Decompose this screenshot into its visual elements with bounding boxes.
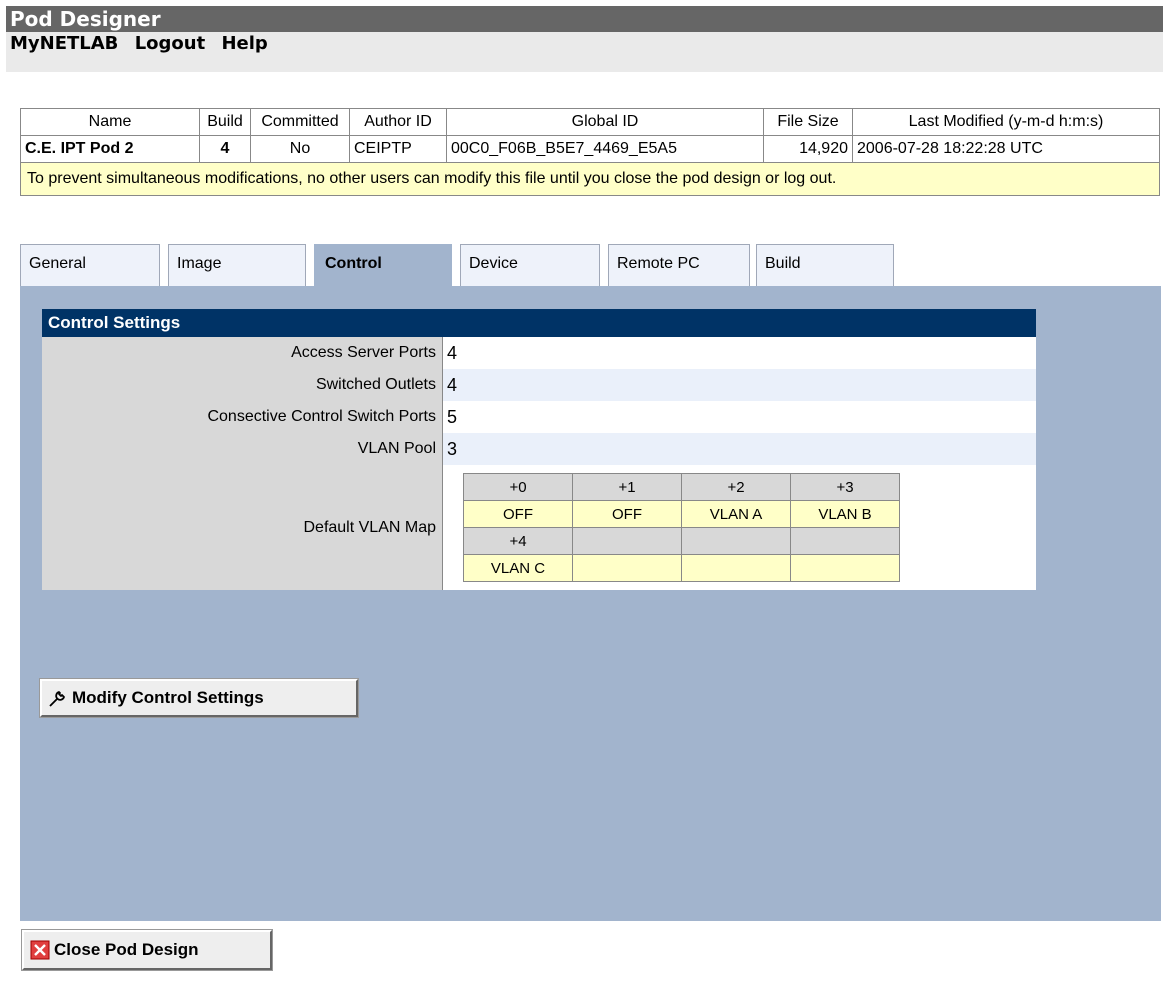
- vlan-offset: [681, 527, 791, 555]
- menu-logout[interactable]: Logout: [135, 33, 206, 54]
- vlan-map-grid: +0 +1 +2 +3 OFF OFF VLAN A VLAN B +4 VLA…: [463, 473, 900, 582]
- tab-control[interactable]: Control: [314, 244, 452, 286]
- vlan-offset: +0: [463, 473, 573, 501]
- vlan-offset: +2: [681, 473, 791, 501]
- vlan-pool-label: VLAN Pool: [42, 433, 443, 465]
- close-pod-design-button[interactable]: Close Pod Design: [21, 929, 273, 971]
- vlan-offset: [790, 527, 900, 555]
- control-panel: Control Settings Access Server Ports 4 S…: [20, 286, 1161, 921]
- close-button-label: Close Pod Design: [54, 940, 199, 959]
- close-x-icon: [30, 940, 50, 960]
- vlan-value: VLAN A: [681, 500, 791, 528]
- vlan-value: OFF: [463, 500, 573, 528]
- tab-device[interactable]: Device: [460, 244, 600, 286]
- vlan-value: VLAN C: [463, 554, 573, 582]
- col-author-id: Author ID: [349, 108, 447, 136]
- tab-image[interactable]: Image: [168, 244, 306, 286]
- menu-help[interactable]: Help: [221, 33, 267, 54]
- control-settings-table: Control Settings Access Server Ports 4 S…: [42, 309, 1036, 590]
- wrench-icon: [48, 688, 68, 708]
- col-name: Name: [20, 108, 200, 136]
- col-file-size: File Size: [763, 108, 853, 136]
- vlan-offset: +4: [463, 527, 573, 555]
- pod-info-table: Name Build Committed Author ID Global ID…: [20, 108, 1160, 196]
- pod-last-modified: 2006-07-28 18:22:28 UTC: [852, 135, 1160, 163]
- col-committed: Committed: [250, 108, 350, 136]
- switched-outlets-label: Switched Outlets: [42, 369, 443, 401]
- pod-author-id: CEIPTP: [349, 135, 447, 163]
- control-switch-ports-label: Consective Control Switch Ports: [42, 401, 443, 433]
- menu-mynetlab[interactable]: MyNETLAB: [10, 33, 118, 54]
- switched-outlets-value: 4: [442, 369, 1036, 401]
- vlan-offset: +1: [572, 473, 682, 501]
- tab-remote-pc[interactable]: Remote PC: [608, 244, 750, 286]
- vlan-value: [681, 554, 791, 582]
- pod-global-id: 00C0_F06B_B5E7_4469_E5A5: [446, 135, 764, 163]
- vlan-offset: +3: [790, 473, 900, 501]
- col-last-modified: Last Modified (y-m-d h:m:s): [852, 108, 1160, 136]
- modify-button-label: Modify Control Settings: [72, 688, 264, 707]
- default-vlan-map-label: Default VLAN Map: [42, 465, 443, 590]
- lock-notice: To prevent simultaneous modifications, n…: [20, 162, 1160, 196]
- modify-control-settings-button[interactable]: Modify Control Settings: [39, 678, 359, 718]
- vlan-value: OFF: [572, 500, 682, 528]
- pod-name: C.E. IPT Pod 2: [20, 135, 200, 163]
- col-global-id: Global ID: [446, 108, 764, 136]
- pod-file-size: 14,920: [763, 135, 853, 163]
- vlan-value: VLAN B: [790, 500, 900, 528]
- vlan-pool-value: 3: [442, 433, 1036, 465]
- vlan-value: [790, 554, 900, 582]
- tab-build[interactable]: Build: [756, 244, 894, 286]
- control-settings-title: Control Settings: [42, 309, 1036, 337]
- col-build: Build: [199, 108, 251, 136]
- pod-committed: No: [250, 135, 350, 163]
- vlan-offset: [572, 527, 682, 555]
- tab-general[interactable]: General: [20, 244, 160, 286]
- access-server-ports-label: Access Server Ports: [42, 337, 443, 369]
- app-title: Pod Designer: [6, 6, 1163, 32]
- menu-bar: MyNETLAB Logout Help: [6, 32, 1163, 72]
- vlan-value: [572, 554, 682, 582]
- control-switch-ports-value: 5: [442, 401, 1036, 433]
- access-server-ports-value: 4: [442, 337, 1036, 369]
- pod-info-row: C.E. IPT Pod 2 4 No CEIPTP 00C0_F06B_B5E…: [20, 135, 1160, 163]
- pod-info-header: Name Build Committed Author ID Global ID…: [20, 108, 1160, 136]
- pod-build: 4: [199, 135, 251, 163]
